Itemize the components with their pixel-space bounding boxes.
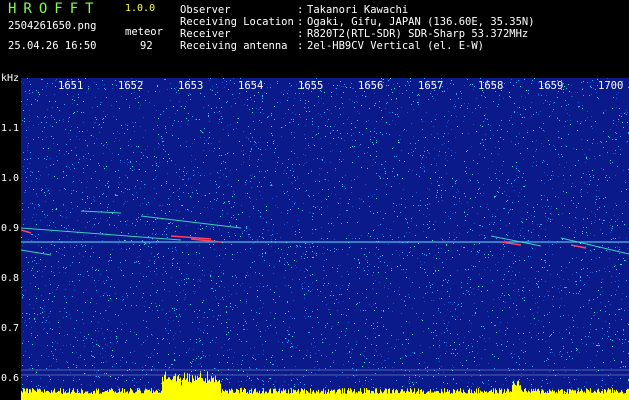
receiver-label: Receiver (180, 28, 231, 40)
file-name: 2504261650.png (8, 20, 97, 32)
time-tick-1659: 1659 (538, 80, 564, 92)
observer-colon: : (297, 4, 304, 16)
app-version: 1.0.0 (125, 3, 156, 14)
location-value: Ogaki, Gifu, JAPAN (136.60E, 35.35N) (307, 16, 535, 28)
time-tick-1651: 1651 (58, 80, 84, 92)
meteor-count: 92 (140, 40, 153, 52)
time-tick-1655: 1655 (298, 80, 324, 92)
location-colon: : (297, 16, 304, 28)
meteor-label: meteor (125, 26, 163, 38)
time-tick-1653: 1653 (178, 80, 204, 92)
receiver-colon: : (297, 28, 304, 40)
meteor-trail (21, 249, 52, 256)
app-title: HROFFT (8, 1, 101, 17)
time-tick-1654: 1654 (238, 80, 264, 92)
meteor-echo (21, 229, 32, 234)
time-tick-1657: 1657 (418, 80, 444, 92)
freq-tick-0.6: 0.6 (1, 373, 20, 384)
freq-tick-1.1: 1.1 (1, 123, 20, 134)
receiver-value: R820T2(RTL-SDR) SDR-Sharp 53.372MHz (307, 28, 529, 40)
y-unit-label: kHz (1, 73, 20, 84)
hrofft-window: HROFFT 1.0.0 2504261650.png 25.04.26 16:… (0, 0, 629, 400)
antenna-value: 2el-HB9CV Vertical (el. E-W) (307, 40, 485, 52)
freq-tick-1.0: 1.0 (1, 173, 20, 184)
noise-layer (21, 78, 629, 400)
observer-value: Takanori Kawachi (307, 4, 409, 16)
antenna-label: Receiving antenna (180, 40, 288, 52)
time-tick-1658: 1658 (478, 80, 504, 92)
meteor-echo (170, 235, 212, 240)
date-time: 25.04.26 16:50 (8, 40, 97, 52)
time-tick-1700: 1700 (598, 80, 624, 92)
time-tick-1656: 1656 (358, 80, 384, 92)
meteor-trail (560, 237, 629, 255)
freq-tick-0.9: 0.9 (1, 223, 20, 234)
location-label: Receiving Location (180, 16, 294, 28)
observer-label: Observer (180, 4, 231, 16)
freq-tick-0.7: 0.7 (1, 323, 20, 334)
activity-bars (21, 371, 629, 400)
spectrogram-plot (21, 78, 629, 400)
meteor-echo (570, 244, 587, 249)
antenna-colon: : (297, 40, 304, 52)
freq-tick-0.8: 0.8 (1, 273, 20, 284)
spectrogram-canvas (21, 78, 629, 400)
time-tick-1652: 1652 (118, 80, 144, 92)
